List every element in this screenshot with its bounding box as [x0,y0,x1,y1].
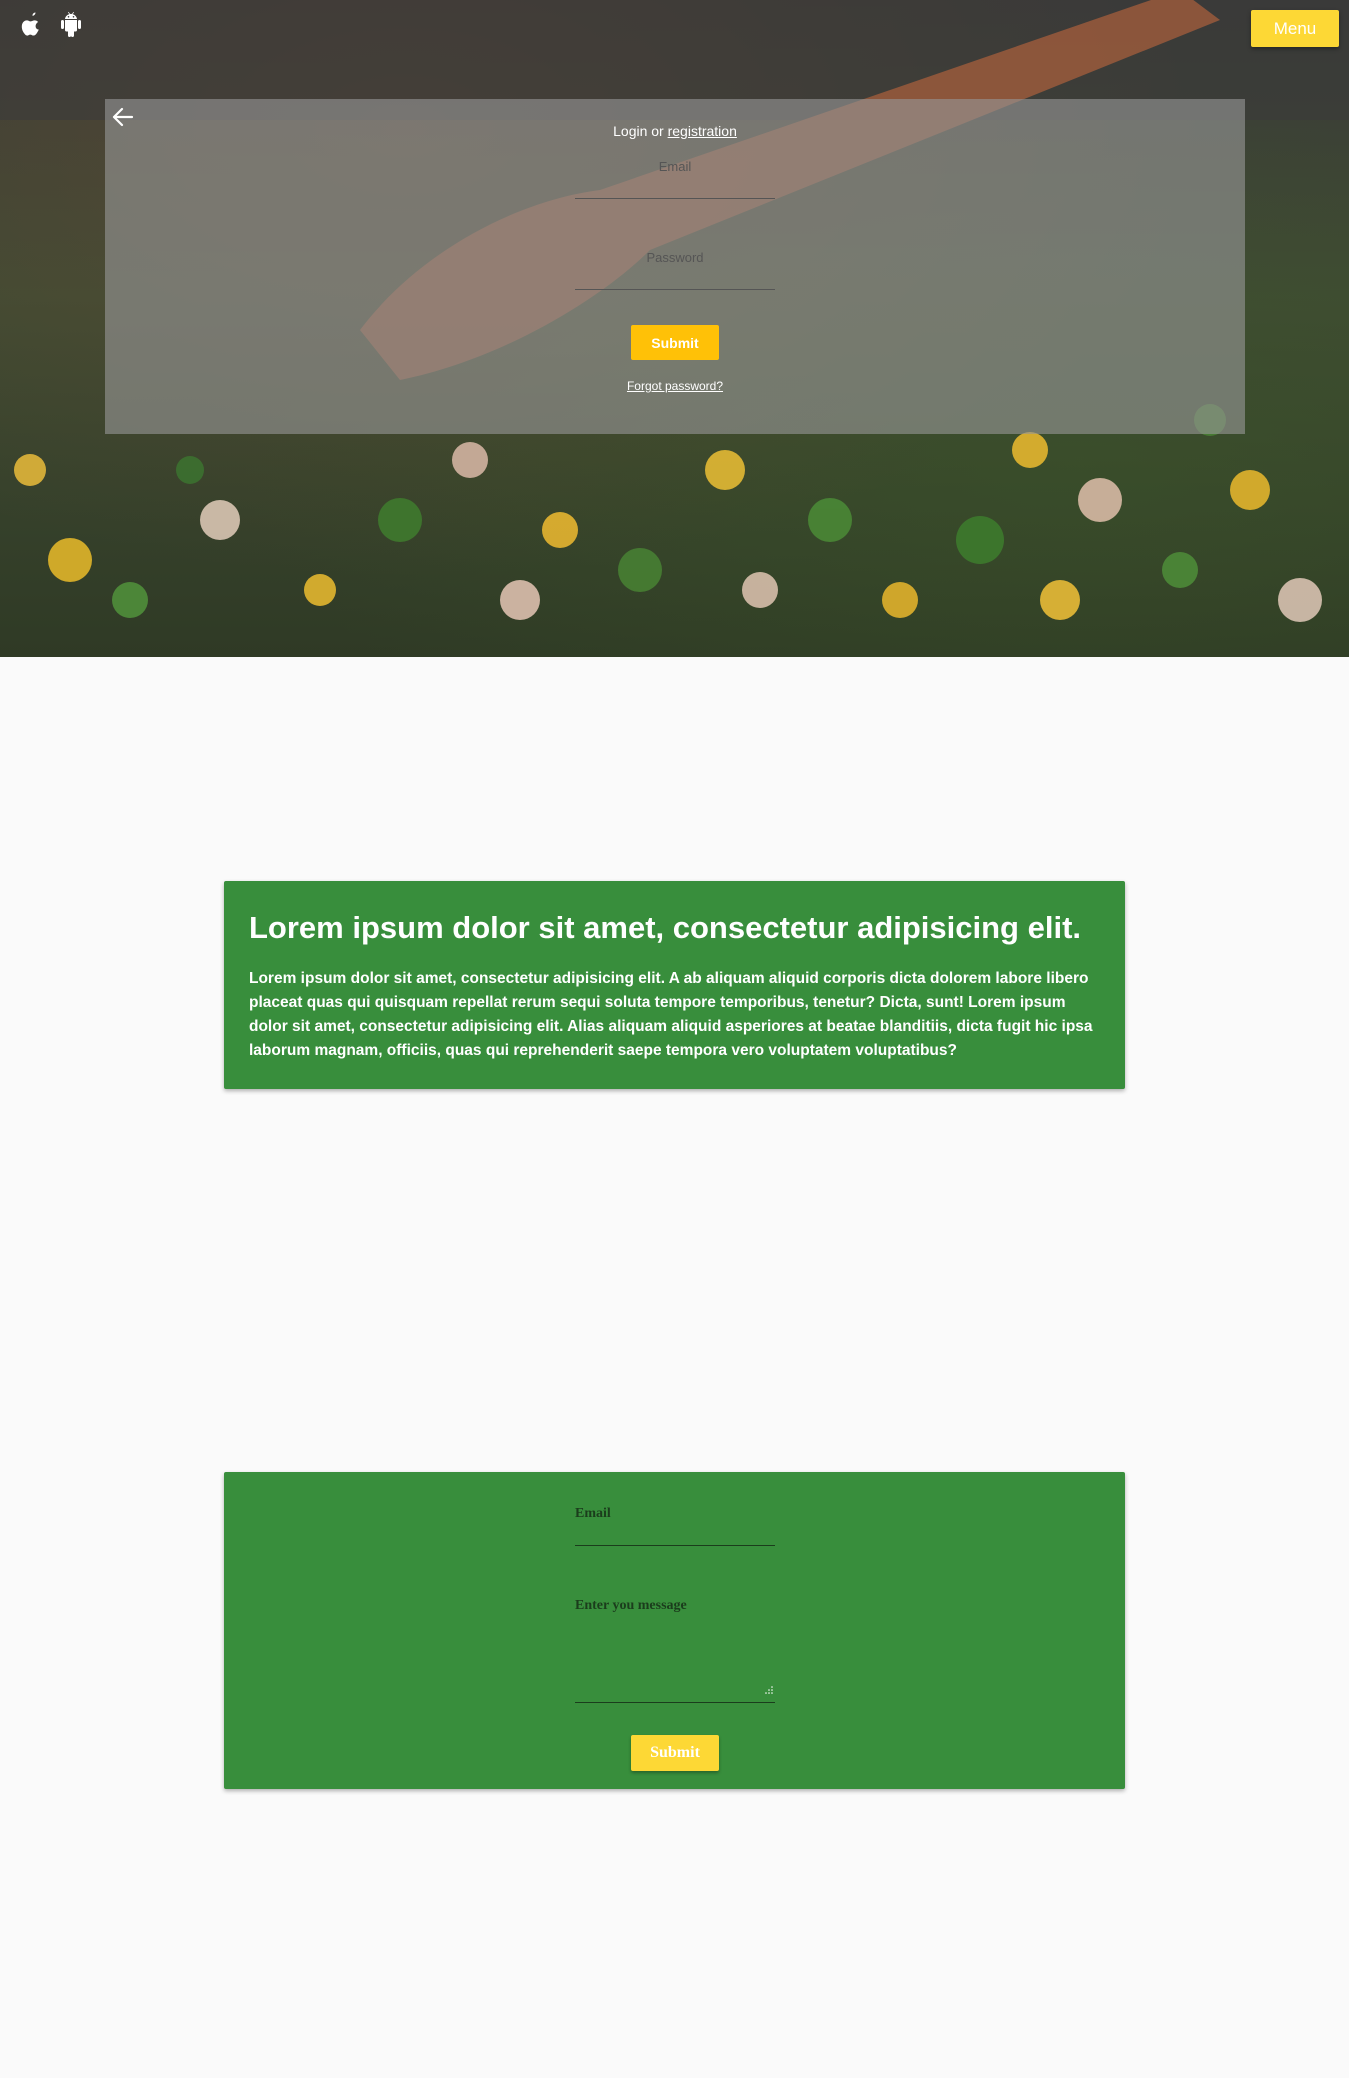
contact-submit-button[interactable]: Submit [631,1735,719,1771]
login-email-input[interactable] [575,155,775,198]
info-card: Lorem ipsum dolor sit amet, consectetur … [224,881,1125,1089]
contact-card: Email Enter you message Submit [224,1472,1125,1789]
login-submit-button[interactable]: Submit [631,325,719,360]
login-title-text: Login or [613,123,664,139]
android-icon[interactable] [58,10,84,38]
login-title: Login or registration [105,123,1245,139]
contact-email-field[interactable]: Email [575,1506,775,1546]
resize-grip-icon[interactable] [765,1686,773,1694]
info-body: Lorem ipsum dolor sit amet, consectetur … [249,970,1093,1059]
apple-icon[interactable] [18,10,44,38]
login-email-field[interactable]: Email [575,155,775,199]
contact-message-input[interactable] [575,1598,775,1702]
login-password-field[interactable]: Password [575,246,775,290]
menu-button[interactable]: Menu [1251,10,1339,47]
login-password-input[interactable] [575,246,775,289]
forgot-password-link[interactable]: Forgot password? [105,379,1245,393]
hero-section: Menu Login or registration Email Passwor… [0,0,1349,657]
contact-message-field[interactable]: Enter you message [575,1598,775,1703]
registration-link[interactable]: registration [668,123,737,139]
app-store-icons [18,10,84,38]
login-panel: Login or registration Email Password Sub… [105,99,1245,434]
info-heading: Lorem ipsum dolor sit amet, consectetur … [249,910,1082,945]
contact-email-input[interactable] [575,1506,775,1545]
